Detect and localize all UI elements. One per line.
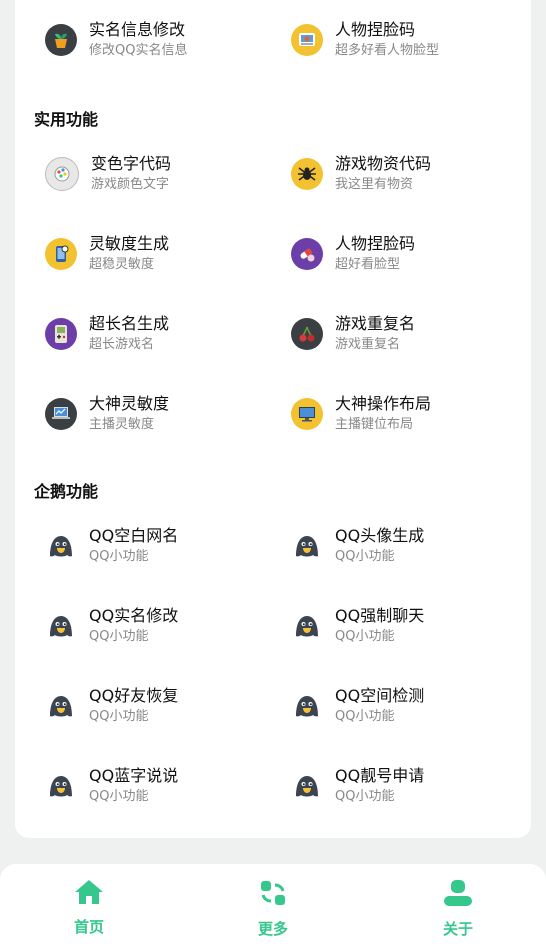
color-palette-icon [45, 157, 79, 191]
item-subtitle: 超稳灵敏度 [89, 257, 155, 272]
item-title: QQ靓号申请 [335, 766, 425, 785]
item-subtitle: QQ小功能 [89, 789, 149, 804]
feature-card: 实名信息修改 修改QQ实名信息 人物捏脸码 超多好看人物脸型 实用功能 变色字代… [15, 0, 531, 838]
qq-penguin-icon [45, 690, 77, 722]
desktop-computer-icon [291, 398, 323, 430]
bottom-navbar: 首页 更多 关于 [0, 864, 546, 948]
item-pro-sensitivity[interactable]: 大神灵敏度 主播灵敏度 [15, 386, 255, 442]
item-qq-zone-check[interactable]: QQ空间检测 QQ小功能 [261, 678, 501, 734]
spider-icon [291, 158, 323, 190]
qq-penguin-icon [291, 610, 323, 642]
home-icon [73, 878, 105, 910]
qq-penguin-icon [291, 530, 323, 562]
item-title: QQ空间检测 [335, 686, 425, 705]
item-title: 游戏物资代码 [335, 154, 432, 173]
nav-more[interactable]: 更多 [213, 878, 333, 939]
item-color-text-code[interactable]: 变色字代码 游戏颜色文字 [15, 146, 255, 202]
item-title: 灵敏度生成 [89, 234, 170, 253]
item-subtitle: 超长游戏名 [89, 337, 155, 352]
item-qq-blue-text-post[interactable]: QQ蓝字说说 QQ小功能 [15, 758, 255, 814]
qq-penguin-icon [291, 770, 323, 802]
refresh-grid-icon [258, 878, 288, 912]
item-duplicate-name[interactable]: 游戏重复名 游戏重复名 [261, 306, 501, 362]
item-title: QQ强制聊天 [335, 606, 425, 625]
nav-label: 关于 [442, 920, 473, 938]
qq-penguin-icon [45, 610, 77, 642]
item-subtitle: QQ小功能 [89, 629, 149, 644]
item-subtitle: 游戏颜色文字 [91, 177, 170, 192]
item-title: 大神灵敏度 [89, 394, 170, 413]
item-title: 大神操作布局 [335, 394, 432, 413]
item-subtitle: QQ小功能 [89, 549, 149, 564]
item-title: 人物捏脸码 [335, 20, 416, 39]
qq-penguin-icon [45, 770, 77, 802]
item-qq-force-chat[interactable]: QQ强制聊天 QQ小功能 [261, 598, 501, 654]
qq-penguin-icon [45, 530, 77, 562]
nav-home[interactable]: 首页 [29, 878, 149, 937]
item-sensitivity-generate[interactable]: 灵敏度生成 超稳灵敏度 [15, 226, 255, 282]
item-subtitle: QQ小功能 [335, 709, 395, 724]
item-qq-blank-name[interactable]: QQ空白网名 QQ小功能 [15, 518, 255, 574]
item-title: 超长名生成 [89, 314, 170, 333]
item-subtitle: 主播键位布局 [335, 417, 414, 432]
item-title: 人物捏脸码 [335, 234, 416, 253]
item-long-name-generate[interactable]: 超长名生成 超长游戏名 [15, 306, 255, 362]
item-subtitle: 超好看脸型 [335, 257, 401, 272]
item-subtitle: 游戏重复名 [335, 337, 401, 352]
item-subtitle: 超多好看人物脸型 [335, 43, 440, 58]
item-real-name-edit[interactable]: 实名信息修改 修改QQ实名信息 [15, 12, 255, 68]
plant-pot-icon [45, 24, 77, 56]
item-face-shape-code[interactable]: 人物捏脸码 超好看脸型 [261, 226, 501, 282]
item-title: QQ好友恢复 [89, 686, 179, 705]
item-subtitle: QQ小功能 [335, 789, 395, 804]
item-game-supply-code[interactable]: 游戏物资代码 我这里有物资 [261, 146, 501, 202]
item-title: QQ实名修改 [89, 606, 179, 625]
nav-label: 首页 [73, 918, 104, 936]
nav-label: 更多 [257, 920, 288, 938]
item-subtitle: QQ小功能 [89, 709, 149, 724]
item-subtitle: 我这里有物资 [335, 177, 414, 192]
item-qq-avatar-generate[interactable]: QQ头像生成 QQ小功能 [261, 518, 501, 574]
pills-icon [291, 238, 323, 270]
item-title: 游戏重复名 [335, 314, 416, 333]
item-qq-pretty-number[interactable]: QQ靓号申请 QQ小功能 [261, 758, 501, 814]
cherries-icon [291, 318, 323, 350]
gameboy-icon [45, 318, 77, 350]
user-icon [442, 878, 474, 912]
item-subtitle: 主播灵敏度 [89, 417, 155, 432]
laptop-chart-icon [45, 398, 77, 430]
item-title: 变色字代码 [91, 154, 172, 173]
section-title-qq: 企鹅功能 [34, 482, 99, 501]
section-title-practical: 实用功能 [34, 110, 99, 129]
item-qq-real-name-edit[interactable]: QQ实名修改 QQ小功能 [15, 598, 255, 654]
item-subtitle: QQ小功能 [335, 549, 395, 564]
item-qq-friend-recover[interactable]: QQ好友恢复 QQ小功能 [15, 678, 255, 734]
item-title: QQ空白网名 [89, 526, 179, 545]
nav-about[interactable]: 关于 [398, 878, 518, 939]
item-face-code[interactable]: 人物捏脸码 超多好看人物脸型 [261, 12, 501, 68]
item-title: QQ蓝字说说 [89, 766, 179, 785]
photo-frame-icon [291, 24, 323, 56]
item-subtitle: 修改QQ实名信息 [89, 43, 188, 58]
item-title: QQ头像生成 [335, 526, 425, 545]
item-title: 实名信息修改 [89, 20, 186, 39]
item-subtitle: QQ小功能 [335, 629, 395, 644]
item-pro-key-layout[interactable]: 大神操作布局 主播键位布局 [261, 386, 501, 442]
qq-penguin-icon [291, 690, 323, 722]
phone-settings-icon [45, 238, 77, 270]
